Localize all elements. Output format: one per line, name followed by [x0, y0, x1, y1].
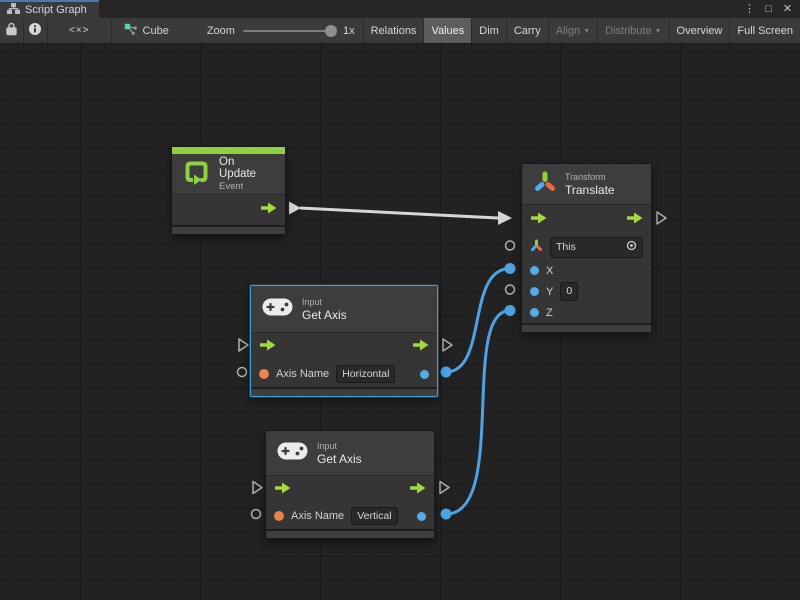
- node-footer: [522, 323, 651, 332]
- node-title: On Update: [219, 156, 274, 180]
- flow-in-port[interactable]: [274, 481, 291, 499]
- this-target-field[interactable]: This: [550, 237, 643, 258]
- chevron-down-icon: ▼: [583, 28, 590, 35]
- node-on-update[interactable]: On Update Event: [171, 146, 286, 235]
- info-icon: [28, 22, 42, 39]
- zoom-label: Zoom: [207, 25, 235, 37]
- axis-name-label: Axis Name: [276, 368, 329, 380]
- x-port-label: X: [546, 265, 553, 277]
- zoom-value: 1x: [343, 25, 355, 37]
- y-value-port[interactable]: [530, 287, 539, 296]
- window-menu-icon[interactable]: ⋮: [742, 1, 757, 17]
- relations-button[interactable]: Relations: [363, 18, 424, 43]
- result-value-port[interactable]: [420, 370, 429, 379]
- node-category: Input: [317, 441, 362, 451]
- code-icon: <×>: [69, 25, 90, 36]
- zoom-slider[interactable]: [243, 30, 335, 32]
- chevron-down-icon: ▼: [655, 28, 662, 35]
- graph-target[interactable]: Cube: [112, 18, 179, 43]
- align-dropdown[interactable]: Align ▼: [548, 18, 597, 43]
- flow-in-port[interactable]: [259, 338, 276, 356]
- this-port-row: This: [522, 235, 651, 260]
- graph-toolbar: <×> Cube Zoom 1x Relations Values Dim Ca…: [0, 18, 800, 44]
- z-port-label: Z: [546, 307, 553, 319]
- node-header[interactable]: Input Get Axis: [251, 286, 437, 332]
- zoom-slider-handle[interactable]: [325, 25, 337, 37]
- flow-out-port[interactable]: [412, 338, 429, 356]
- distribute-dropdown[interactable]: Distribute ▼: [597, 18, 668, 43]
- flow-port-row: [522, 205, 651, 235]
- object-picker-icon[interactable]: [626, 240, 637, 255]
- values-button[interactable]: Values: [423, 18, 471, 43]
- gamepad-icon: [277, 442, 308, 465]
- x-value-port[interactable]: [530, 266, 539, 275]
- graph-hierarchy-icon: [7, 3, 20, 17]
- node-footer: [266, 529, 434, 538]
- axis-name-label: Axis Name: [291, 510, 344, 522]
- flow-port-row: [251, 333, 437, 361]
- lock-icon: [5, 22, 18, 39]
- gamepad-icon: [262, 298, 293, 321]
- node-translate[interactable]: Transform Translate This: [521, 163, 652, 333]
- transform-mini-icon: [530, 239, 543, 257]
- toolbar-actions: Relations Values Dim Carry Align ▼ Distr…: [363, 18, 800, 43]
- window-controls: ⋮ □ ✕: [742, 0, 800, 18]
- node-subtitle: Event: [219, 181, 274, 192]
- node-footer: [172, 225, 285, 234]
- y-port-row: Y 0: [522, 281, 651, 302]
- node-title: Translate: [565, 183, 615, 197]
- flow-out-port[interactable]: [260, 201, 277, 219]
- flow-in-port[interactable]: [530, 211, 547, 229]
- result-value-port[interactable]: [417, 512, 426, 521]
- node-get-axis-vertical[interactable]: Input Get Axis Axis Name Vertical: [265, 430, 435, 539]
- graph-target-label: Cube: [143, 25, 169, 37]
- fullscreen-button[interactable]: Full Screen: [729, 18, 800, 43]
- z-value-port[interactable]: [530, 308, 539, 317]
- flow-port-row: [172, 195, 285, 225]
- axis-name-field[interactable]: Vertical: [351, 507, 397, 526]
- z-port-row: Z: [522, 302, 651, 323]
- event-accent-bar: [172, 147, 285, 154]
- node-title: Get Axis: [317, 452, 362, 466]
- flow-out-port[interactable]: [626, 211, 643, 229]
- axis-name-string-port[interactable]: [259, 369, 269, 379]
- close-icon[interactable]: ✕: [780, 1, 795, 17]
- node-category: Input: [302, 297, 347, 307]
- axis-name-row: Axis Name Horizontal: [251, 361, 437, 387]
- carry-button[interactable]: Carry: [506, 18, 548, 43]
- tab-script-graph[interactable]: Script Graph: [0, 0, 99, 18]
- loop-arrow-icon: [183, 158, 210, 190]
- zoom-control: Zoom 1x: [179, 18, 363, 43]
- code-view-button[interactable]: <×>: [48, 18, 112, 43]
- node-title: Get Axis: [302, 308, 347, 322]
- tab-bar: Script Graph ⋮ □ ✕: [0, 0, 800, 18]
- transform-axis-icon: [533, 170, 556, 198]
- node-category: Transform: [565, 172, 615, 182]
- node-header[interactable]: Input Get Axis: [266, 431, 434, 475]
- y-port-label: Y: [546, 286, 553, 298]
- node-get-axis-horizontal[interactable]: Input Get Axis Axis Name Horizontal: [250, 285, 438, 397]
- maximize-icon[interactable]: □: [761, 1, 776, 17]
- node-header[interactable]: On Update Event: [172, 154, 285, 194]
- flow-out-port[interactable]: [409, 481, 426, 499]
- axis-name-field[interactable]: Horizontal: [336, 365, 395, 384]
- dim-button[interactable]: Dim: [471, 18, 506, 43]
- y-value-field[interactable]: 0: [560, 282, 578, 301]
- overview-button[interactable]: Overview: [669, 18, 730, 43]
- node-header[interactable]: Transform Translate: [522, 164, 651, 204]
- node-footer: [251, 387, 437, 396]
- axis-name-string-port[interactable]: [274, 511, 284, 521]
- x-port-row: X: [522, 260, 651, 281]
- info-button[interactable]: [24, 18, 48, 43]
- script-graph-window: Script Graph ⋮ □ ✕ <×> Cube: [0, 0, 800, 600]
- axis-name-row: Axis Name Vertical: [266, 503, 434, 529]
- lock-button[interactable]: [0, 18, 24, 43]
- script-graph-asset-icon: [124, 23, 138, 39]
- flow-port-row: [266, 476, 434, 503]
- tab-title: Script Graph: [25, 4, 87, 16]
